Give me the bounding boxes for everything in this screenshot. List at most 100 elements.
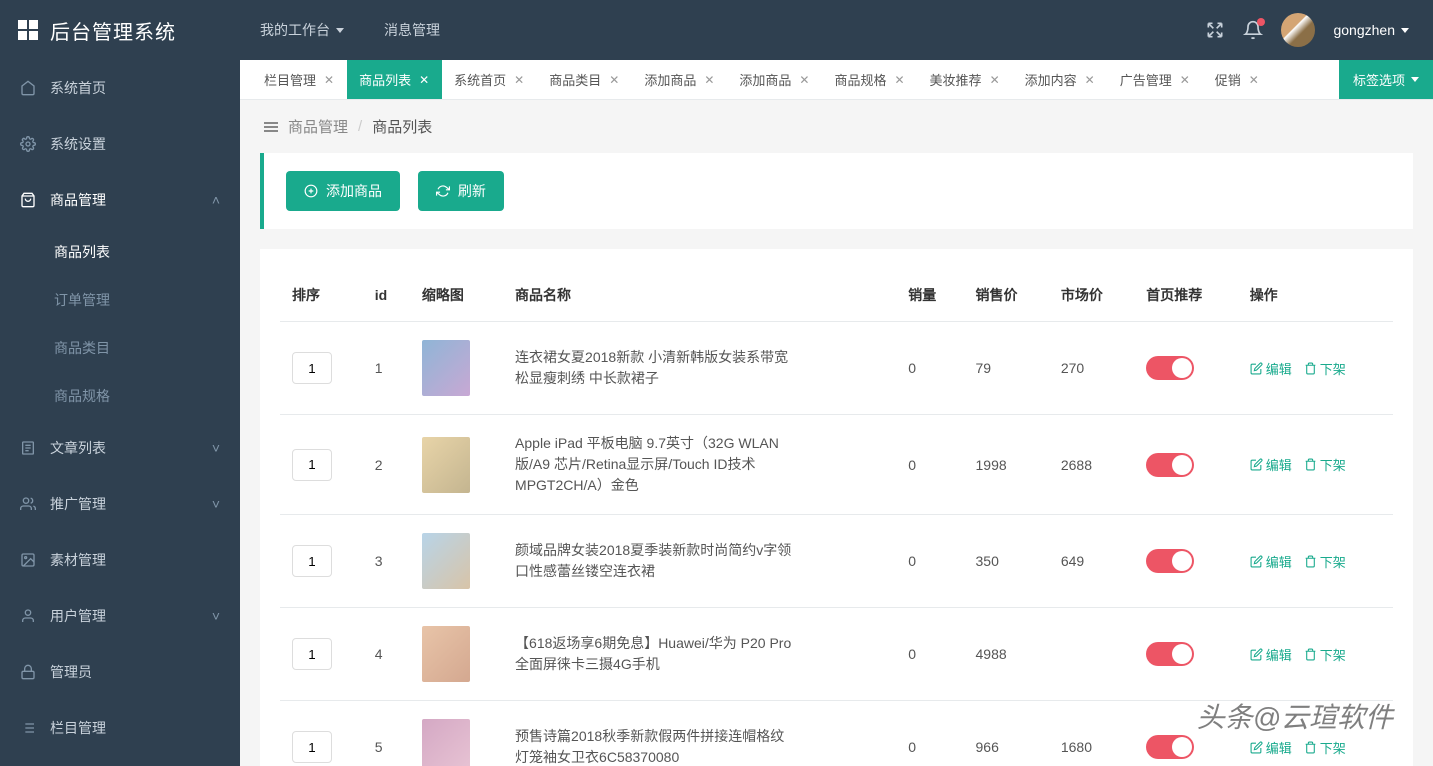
breadcrumb-sep: / <box>358 118 362 135</box>
cell-market: 270 <box>1049 322 1134 415</box>
cell-id: 5 <box>363 701 410 766</box>
image-icon <box>20 552 36 568</box>
sort-input[interactable] <box>292 638 332 670</box>
table-row: 5 预售诗篇2018秋季新款假两件拼接连帽格纹灯笼袖女卫衣6C58370080 … <box>280 701 1393 766</box>
featured-switch[interactable] <box>1146 356 1194 380</box>
close-icon[interactable]: ✕ <box>704 73 714 87</box>
header: 后台管理系统 我的工作台消息管理 gongzhen <box>0 0 1433 60</box>
col-header: 缩略图 <box>410 269 503 322</box>
cell-sales: 0 <box>896 415 963 515</box>
chevron-icon: ˄ <box>212 192 220 208</box>
sidebar: 系统首页系统设置商品管理˄商品列表订单管理商品类目商品规格文章列表˅推广管理˅素… <box>0 60 240 766</box>
sidebar-sub-2-2[interactable]: 商品类目 <box>0 324 240 372</box>
sidebar-item-0[interactable]: 系统首页 <box>0 60 240 116</box>
close-icon[interactable]: ✕ <box>1180 73 1190 87</box>
close-icon[interactable]: ✕ <box>419 73 429 87</box>
table-row: 3 颜域品牌女装2018夏季装新款时尚简约v字领口性感蕾丝镂空连衣裙 0 350… <box>280 515 1393 608</box>
off-action[interactable]: 下架 <box>1304 645 1346 664</box>
close-icon[interactable]: ✕ <box>1085 73 1095 87</box>
cell-name: 【618返场享6期免息】Huawei/华为 P20 Pro 全面屏徕卡三摄4G手… <box>515 633 795 675</box>
close-icon[interactable]: ✕ <box>514 73 524 87</box>
sort-input[interactable] <box>292 352 332 384</box>
tab-1[interactable]: 商品列表✕ <box>347 60 442 99</box>
sort-input[interactable] <box>292 545 332 577</box>
cell-sales: 0 <box>896 701 963 766</box>
close-icon[interactable]: ✕ <box>990 73 1000 87</box>
table-row: 2 Apple iPad 平板电脑 9.7英寸（32G WLAN版/A9 芯片/… <box>280 415 1393 515</box>
sidebar-item-3[interactable]: 文章列表˅ <box>0 420 240 476</box>
breadcrumb-root: 商品管理 <box>288 116 348 137</box>
product-table: 排序id缩略图商品名称销量销售价市场价首页推荐操作 1 连衣裙女夏2018新款 … <box>260 249 1413 766</box>
off-action[interactable]: 下架 <box>1304 455 1346 474</box>
featured-switch[interactable] <box>1146 549 1194 573</box>
tab-4[interactable]: 添加商品✕ <box>632 60 727 99</box>
col-header: 操作 <box>1238 269 1393 322</box>
sort-input[interactable] <box>292 449 332 481</box>
cell-id: 4 <box>363 608 410 701</box>
sidebar-sub-2-1[interactable]: 订单管理 <box>0 276 240 324</box>
cell-market: 2688 <box>1049 415 1134 515</box>
notification-dot <box>1257 18 1265 26</box>
sort-input[interactable] <box>292 731 332 763</box>
close-icon[interactable]: ✕ <box>894 73 904 87</box>
avatar[interactable] <box>1281 13 1315 47</box>
tab-3[interactable]: 商品类目✕ <box>537 60 632 99</box>
sidebar-item-4[interactable]: 推广管理˅ <box>0 476 240 532</box>
app-title: 后台管理系统 <box>50 16 176 45</box>
tab-0[interactable]: 栏目管理✕ <box>252 60 347 99</box>
tab-6[interactable]: 商品规格✕ <box>822 60 917 99</box>
sidebar-sub-2-3[interactable]: 商品规格 <box>0 372 240 420</box>
col-header: 首页推荐 <box>1134 269 1237 322</box>
edit-action[interactable]: 编辑 <box>1250 552 1292 571</box>
tab-10[interactable]: 促销✕ <box>1203 60 1272 99</box>
tab-8[interactable]: 添加内容✕ <box>1013 60 1108 99</box>
tab-5[interactable]: 添加商品✕ <box>727 60 822 99</box>
featured-switch[interactable] <box>1146 642 1194 666</box>
sidebar-item-7[interactable]: 管理员 <box>0 644 240 700</box>
list-icon <box>20 720 36 736</box>
sidebar-item-1[interactable]: 系统设置 <box>0 116 240 172</box>
user-menu[interactable]: gongzhen <box>1333 22 1409 38</box>
bell-icon[interactable] <box>1243 20 1263 40</box>
cell-name: 连衣裙女夏2018新款 小清新韩版女装系带宽松显瘦刺绣 中长款裙子 <box>515 347 795 389</box>
add-product-button[interactable]: 添加商品 <box>286 171 400 211</box>
fullscreen-icon[interactable] <box>1205 20 1225 40</box>
table-row: 1 连衣裙女夏2018新款 小清新韩版女装系带宽松显瘦刺绣 中长款裙子 0 79… <box>280 322 1393 415</box>
caret-down-icon <box>336 28 344 33</box>
table-row: 4 【618返场享6期免息】Huawei/华为 P20 Pro 全面屏徕卡三摄4… <box>280 608 1393 701</box>
cell-id: 1 <box>363 322 410 415</box>
close-icon[interactable]: ✕ <box>1249 73 1259 87</box>
close-icon[interactable]: ✕ <box>609 73 619 87</box>
edit-action[interactable]: 编辑 <box>1250 359 1292 378</box>
sidebar-item-5[interactable]: 素材管理 <box>0 532 240 588</box>
cell-sales: 0 <box>896 608 963 701</box>
featured-switch[interactable] <box>1146 735 1194 759</box>
topnav-0[interactable]: 我的工作台 <box>240 0 364 60</box>
col-header: 商品名称 <box>503 269 896 322</box>
close-icon[interactable]: ✕ <box>324 73 334 87</box>
tab-9[interactable]: 广告管理✕ <box>1108 60 1203 99</box>
edit-action[interactable]: 编辑 <box>1250 738 1292 757</box>
topnav-1[interactable]: 消息管理 <box>364 0 460 60</box>
sidebar-item-8[interactable]: 栏目管理 <box>0 700 240 756</box>
refresh-button[interactable]: 刷新 <box>418 171 504 211</box>
home-icon <box>20 80 36 96</box>
edit-action[interactable]: 编辑 <box>1250 455 1292 474</box>
tab-2[interactable]: 系统首页✕ <box>442 60 537 99</box>
close-icon[interactable]: ✕ <box>799 73 809 87</box>
sidebar-item-6[interactable]: 用户管理˅ <box>0 588 240 644</box>
featured-switch[interactable] <box>1146 453 1194 477</box>
off-action[interactable]: 下架 <box>1304 552 1346 571</box>
edit-action[interactable]: 编辑 <box>1250 645 1292 664</box>
cell-id: 3 <box>363 515 410 608</box>
users-icon <box>20 496 36 512</box>
thumbnail <box>422 626 470 682</box>
tab-options[interactable]: 标签选项 <box>1339 60 1433 99</box>
sidebar-sub-2-0[interactable]: 商品列表 <box>0 228 240 276</box>
off-action[interactable]: 下架 <box>1304 738 1346 757</box>
off-action[interactable]: 下架 <box>1304 359 1346 378</box>
sidebar-item-2[interactable]: 商品管理˄ <box>0 172 240 228</box>
cell-id: 2 <box>363 415 410 515</box>
doc-icon <box>20 440 36 456</box>
tab-7[interactable]: 美妆推荐✕ <box>918 60 1013 99</box>
